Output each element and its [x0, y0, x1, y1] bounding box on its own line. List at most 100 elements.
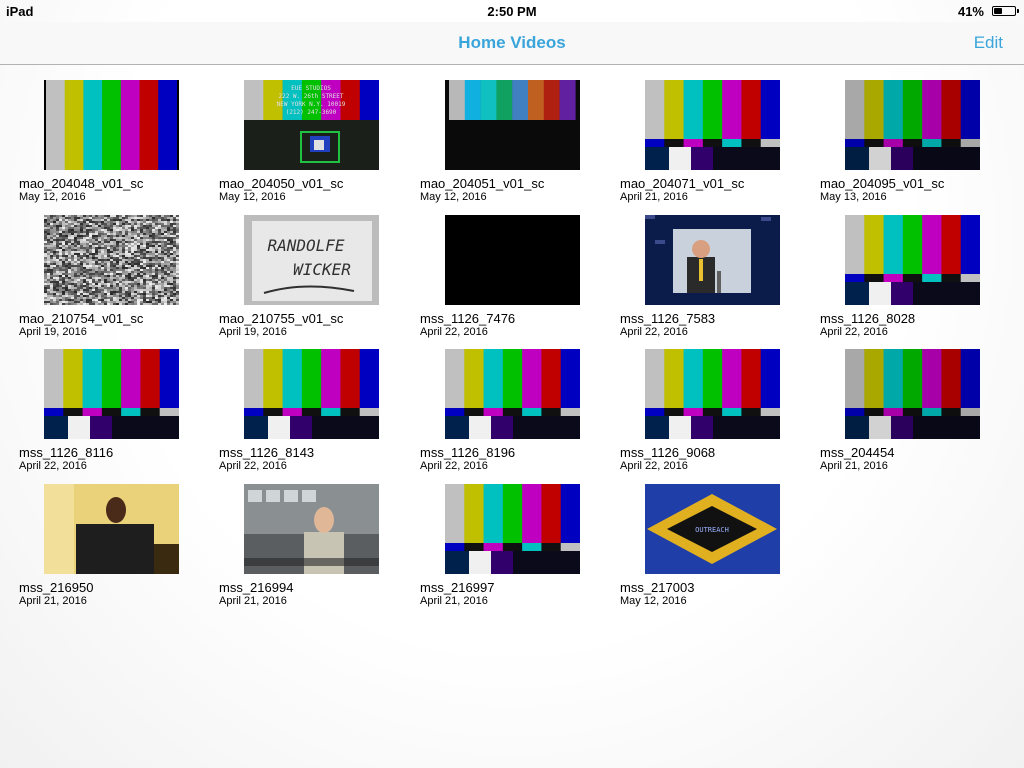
video-thumbnail[interactable] [645, 349, 780, 439]
thumbnail-image [445, 349, 580, 439]
video-title: mss_216994 [219, 580, 294, 595]
video-thumbnail[interactable] [445, 215, 580, 305]
video-title: mao_204095_v01_sc [820, 176, 945, 191]
video-tile[interactable]: RANDOLFE WICKER mao_210755_v01_sc April 19,… [219, 215, 399, 345]
video-date: May 13, 2016 [820, 191, 887, 203]
video-thumbnail[interactable]: OUTREACH [645, 484, 780, 574]
video-date: April 21, 2016 [820, 460, 888, 472]
video-thumbnail[interactable] [44, 80, 179, 170]
thumbnail-image [44, 80, 179, 170]
thumbnail-image [845, 215, 980, 305]
video-tile[interactable]: mss_1126_8028 April 22, 2016 [820, 215, 1000, 345]
video-title: mss_1126_7476 [420, 311, 516, 326]
video-date: May 12, 2016 [219, 191, 286, 203]
video-tile[interactable]: mss_216950 April 21, 2016 [19, 484, 199, 614]
video-thumbnail[interactable] [445, 484, 580, 574]
video-tile[interactable]: mss_216994 April 21, 2016 [219, 484, 399, 614]
video-date: April 21, 2016 [620, 191, 688, 203]
video-date: April 22, 2016 [620, 326, 688, 338]
page-title: Home Videos [458, 33, 566, 52]
thumbnail-image [845, 80, 980, 170]
video-date: April 21, 2016 [219, 595, 287, 607]
video-thumbnail[interactable] [44, 349, 179, 439]
video-title: mss_1126_9068 [620, 445, 716, 460]
video-date: April 19, 2016 [19, 326, 87, 338]
video-tile[interactable]: EUE STUDIOS 222 W. 26th STREET NEW YORK N.… [219, 80, 399, 210]
thumbnail-image [44, 349, 179, 439]
video-title: mss_1126_8196 [420, 445, 516, 460]
video-thumbnail[interactable] [445, 349, 580, 439]
video-tile[interactable]: mss_204454 April 21, 2016 [820, 349, 1000, 479]
handwritten-text: RANDOLFE [267, 236, 344, 255]
thumbnail-image [244, 484, 379, 574]
video-title: mao_204048_v01_sc [19, 176, 144, 191]
thumbnail-image [445, 215, 580, 305]
video-tile[interactable]: mss_1126_8143 April 22, 2016 [219, 349, 399, 479]
video-title: mao_204051_v01_sc [420, 176, 545, 191]
studio-card-text: NEW YORK N.Y. 10019 [277, 101, 346, 108]
video-title: mao_210755_v01_sc [219, 311, 344, 326]
video-tile[interactable]: mao_204048_v01_sc May 12, 2016 [19, 80, 199, 210]
video-thumbnail[interactable] [244, 349, 379, 439]
video-tile[interactable]: mao_210754_v01_sc April 19, 2016 [19, 215, 199, 345]
video-date: April 21, 2016 [19, 595, 87, 607]
video-thumbnail[interactable] [845, 349, 980, 439]
video-date: May 12, 2016 [620, 595, 687, 607]
video-title: mss_216997 [420, 580, 495, 595]
video-thumbnail[interactable] [845, 80, 980, 170]
video-date: May 12, 2016 [420, 191, 487, 203]
video-date: April 19, 2016 [219, 326, 287, 338]
thumbnail-image [645, 80, 780, 170]
video-tile[interactable]: mss_216997 April 21, 2016 [420, 484, 600, 614]
video-thumbnail[interactable]: EUE STUDIOS 222 W. 26th STREET NEW YORK N.… [244, 80, 379, 170]
video-tile[interactable]: mao_204071_v01_sc April 21, 2016 [620, 80, 800, 210]
video-tile[interactable]: mss_1126_7476 April 22, 2016 [420, 215, 600, 345]
video-title: mss_1126_8143 [219, 445, 315, 460]
video-date: April 21, 2016 [420, 595, 488, 607]
video-thumbnail[interactable] [44, 215, 179, 305]
video-thumbnail[interactable] [645, 80, 780, 170]
video-tile[interactable]: mao_204095_v01_sc May 13, 2016 [820, 80, 1000, 210]
battery-percent: 41% [957, 4, 984, 19]
studio-card-text: 222 W. 26th STREET [278, 93, 343, 100]
video-title: mao_204071_v01_sc [620, 176, 745, 191]
video-date: May 12, 2016 [19, 191, 86, 203]
video-tile[interactable]: OUTREACH mss_217003 May 12, 2016 [620, 484, 800, 614]
video-thumbnail[interactable] [845, 215, 980, 305]
video-title: mss_1126_7583 [620, 311, 716, 326]
handwritten-text: WICKER [293, 260, 351, 279]
studio-card-text: EUE STUDIOS [291, 85, 331, 92]
video-title: mss_1126_8116 [19, 445, 114, 460]
video-date: April 22, 2016 [420, 326, 488, 338]
status-bar: iPad 2:50 PM 41% [0, 0, 1024, 22]
video-thumbnail[interactable]: RANDOLFE WICKER [244, 215, 379, 305]
video-title: mss_217003 [620, 580, 695, 595]
edit-button[interactable]: Edit [974, 33, 1003, 53]
thumbnail-image [244, 349, 379, 439]
video-title: mao_204050_v01_sc [219, 176, 344, 191]
video-thumbnail[interactable] [445, 80, 580, 170]
navigation-bar: Home Videos Edit [0, 22, 1024, 65]
video-tile[interactable]: mss_1126_9068 April 22, 2016 [620, 349, 800, 479]
video-thumbnail[interactable] [244, 484, 379, 574]
studio-card-text: (212) 247-3690 [286, 109, 337, 116]
video-title: mao_210754_v01_sc [19, 311, 144, 326]
thumbnail-image [845, 349, 980, 439]
video-tile[interactable]: mss_1126_8116 April 22, 2016 [19, 349, 199, 479]
video-date: April 22, 2016 [19, 460, 87, 472]
thumbnail-image: RANDOLFE WICKER [244, 215, 379, 305]
video-thumbnail[interactable] [44, 484, 179, 574]
video-date: April 22, 2016 [820, 326, 888, 338]
video-title: mss_1126_8028 [820, 311, 916, 326]
video-thumbnail[interactable] [645, 215, 780, 305]
thumbnail-image [645, 215, 780, 305]
video-date: April 22, 2016 [219, 460, 287, 472]
battery-icon [992, 6, 1019, 16]
thumbnail-image [44, 215, 179, 305]
thumbnail-image [44, 484, 179, 574]
video-tile[interactable]: mss_1126_7583 April 22, 2016 [620, 215, 800, 345]
video-date: April 22, 2016 [620, 460, 688, 472]
video-tile[interactable]: mao_204051_v01_sc May 12, 2016 [420, 80, 600, 210]
clock: 2:50 PM [487, 4, 537, 19]
video-tile[interactable]: mss_1126_8196 April 22, 2016 [420, 349, 600, 479]
